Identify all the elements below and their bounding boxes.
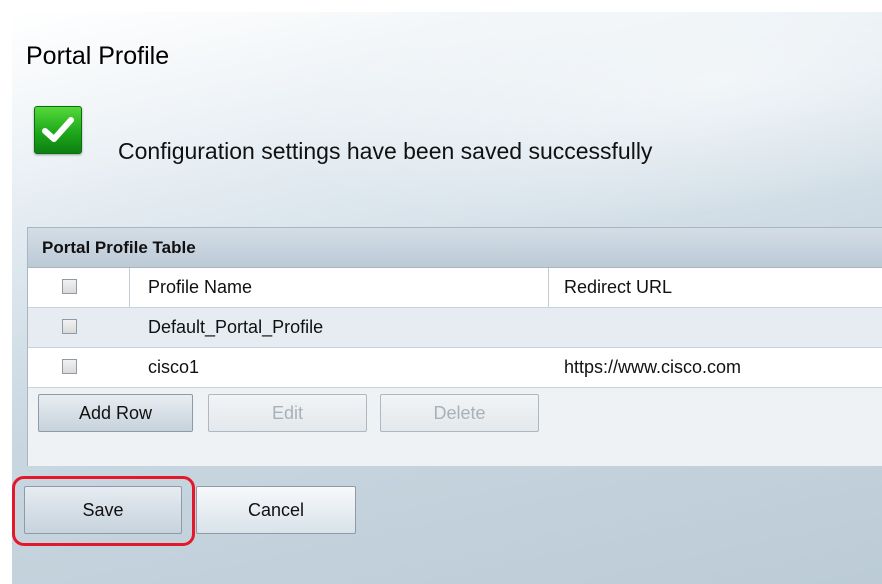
content-panel: Portal Profile Configuration settings ha… bbox=[12, 12, 882, 584]
redirect-url-cell: https://www.cisco.com bbox=[564, 357, 742, 377]
status-message: Configuration settings have been saved s… bbox=[118, 138, 653, 164]
save-button[interactable]: Save bbox=[24, 486, 182, 534]
checkmark-icon bbox=[42, 117, 74, 142]
header-checkbox-cell bbox=[28, 268, 129, 307]
select-all-checkbox[interactable] bbox=[62, 279, 77, 294]
column-divider bbox=[129, 268, 130, 307]
column-divider bbox=[548, 268, 549, 307]
profile-name-cell: cisco1 bbox=[148, 357, 200, 377]
delete-button[interactable]: Delete bbox=[380, 394, 539, 432]
table-row[interactable]: Default_Portal_Profile bbox=[28, 308, 882, 348]
column-header-profile-name: Profile Name bbox=[148, 277, 253, 297]
row-checkbox[interactable] bbox=[62, 359, 77, 374]
cancel-button[interactable]: Cancel bbox=[196, 486, 356, 534]
table-row[interactable]: cisco1 https://www.cisco.com bbox=[28, 348, 882, 388]
portal-profile-table: Portal Profile Table Profile Name Redire… bbox=[27, 227, 882, 466]
add-row-button[interactable]: Add Row bbox=[38, 394, 193, 432]
table-header-row: Profile Name Redirect URL bbox=[28, 268, 882, 308]
column-header-redirect-url: Redirect URL bbox=[564, 277, 673, 297]
row-checkbox-cell bbox=[28, 308, 129, 347]
row-checkbox-cell bbox=[28, 348, 129, 387]
edit-button[interactable]: Edit bbox=[208, 394, 367, 432]
table-button-bar: Add Row Edit Delete bbox=[28, 388, 882, 466]
page-title: Portal Profile bbox=[26, 42, 170, 70]
profile-name-cell: Default_Portal_Profile bbox=[148, 317, 324, 337]
row-checkbox[interactable] bbox=[62, 319, 77, 334]
table-caption: Portal Profile Table bbox=[28, 228, 882, 268]
success-check-icon bbox=[34, 106, 82, 154]
